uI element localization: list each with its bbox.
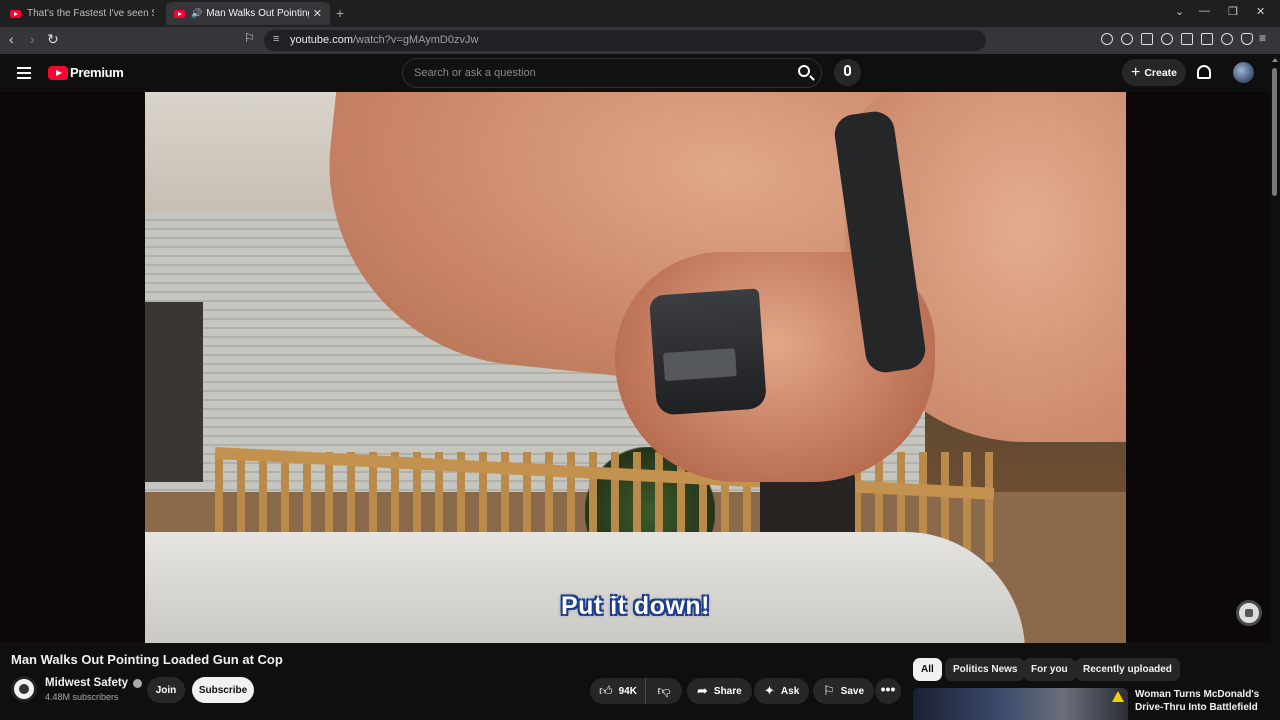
url-path: /watch?v=gMAymD0zvJw bbox=[352, 34, 479, 46]
reload-icon[interactable]: ↻ bbox=[47, 31, 59, 48]
warning-icon bbox=[1112, 691, 1124, 702]
music-icon[interactable] bbox=[1161, 33, 1173, 45]
page-scrollbar[interactable] bbox=[1270, 54, 1280, 720]
share-button[interactable]: ➦ Share bbox=[687, 678, 752, 704]
youtube-favicon-icon bbox=[10, 9, 21, 18]
share-label: Share bbox=[713, 685, 742, 697]
audio-playing-icon[interactable]: 🔊 bbox=[191, 8, 202, 19]
tab-search-icon[interactable]: ⌄ bbox=[1175, 5, 1184, 18]
logo-text: Premium bbox=[70, 65, 124, 80]
ask-button[interactable]: ✦ Ask bbox=[754, 678, 810, 704]
url-host: youtube.com bbox=[290, 34, 353, 46]
channel-watermark-icon[interactable] bbox=[1236, 600, 1262, 626]
new-tab-button[interactable]: + bbox=[336, 5, 344, 21]
share-icon: ➦ bbox=[697, 683, 708, 698]
video-title: Man Walks Out Pointing Loaded Gun at Cop bbox=[11, 652, 283, 667]
tab-title: That's the Fastest I've seen Someone bbox=[27, 8, 154, 19]
browser-tab[interactable]: That's the Fastest I've seen Someone bbox=[2, 2, 162, 25]
wallet-icon[interactable] bbox=[1201, 33, 1213, 45]
verified-badge-icon bbox=[133, 678, 143, 688]
video-frame[interactable]: Put it down! bbox=[145, 92, 1126, 643]
search-placeholder: Search or ask a question bbox=[414, 67, 536, 79]
close-window-icon[interactable]: ✕ bbox=[1256, 5, 1265, 18]
thumbs-down-icon: 👎︎ bbox=[657, 683, 671, 698]
create-button[interactable]: + Create bbox=[1122, 59, 1186, 86]
browser-menu-icon[interactable]: ≡ bbox=[1259, 31, 1266, 45]
scene-pistol bbox=[648, 288, 768, 416]
chip-all[interactable]: All bbox=[913, 658, 942, 681]
account-avatar[interactable] bbox=[1233, 62, 1254, 83]
maximize-icon[interactable]: ❐ bbox=[1228, 5, 1238, 18]
scene-doorway bbox=[145, 302, 203, 482]
browser-toolbar: ‹ › ↻ ⚐ ≡ youtube.com/watch?v=gMAymD0zvJ… bbox=[0, 27, 1280, 54]
subscribe-button[interactable]: Subscribe bbox=[192, 677, 254, 703]
scroll-up-icon[interactable] bbox=[1272, 58, 1278, 62]
recommendation-thumbnail[interactable] bbox=[913, 688, 1128, 720]
join-button[interactable]: Join bbox=[147, 677, 185, 703]
tab-title: Man Walks Out Pointing Load bbox=[206, 8, 309, 19]
chip-recently-uploaded[interactable]: Recently uploaded bbox=[1075, 658, 1180, 681]
voice-search-button[interactable] bbox=[834, 59, 861, 86]
more-actions-button[interactable]: ••• bbox=[875, 678, 901, 704]
dislike-button[interactable]: 👎︎ bbox=[646, 678, 682, 704]
chip-politics-news[interactable]: Politics News bbox=[945, 658, 1026, 681]
youtube-masthead: Premium Search or ask a question + Creat… bbox=[0, 54, 1280, 92]
extension-icon[interactable] bbox=[1101, 33, 1113, 45]
search-button[interactable] bbox=[789, 59, 821, 87]
recommendation-title[interactable]: Woman Turns McDonald's Drive-Thru Into B… bbox=[1135, 688, 1265, 714]
video-caption: Put it down! bbox=[560, 592, 711, 620]
shield-icon[interactable] bbox=[1241, 33, 1253, 45]
microphone-icon bbox=[844, 65, 851, 76]
youtube-premium-logo[interactable]: Premium bbox=[48, 65, 124, 80]
browser-tab-strip: That's the Fastest I've seen Someone 🔊 M… bbox=[0, 0, 1280, 27]
url-text: youtube.com/watch?v=gMAymD0zvJw bbox=[290, 34, 478, 46]
bookmark-save-icon: ⚐ bbox=[823, 683, 835, 698]
minimize-icon[interactable]: — bbox=[1199, 5, 1210, 17]
youtube-favicon-icon bbox=[174, 9, 185, 18]
sidebar-icon[interactable] bbox=[1181, 33, 1193, 45]
thumbs-up-icon: 👍︎ bbox=[599, 683, 613, 698]
browser-tab-active[interactable]: 🔊 Man Walks Out Pointing Load ✕ bbox=[166, 2, 330, 25]
hamburger-menu-icon[interactable] bbox=[17, 67, 31, 79]
extensions-icon[interactable] bbox=[1141, 33, 1153, 45]
plus-icon: + bbox=[1130, 63, 1141, 81]
save-label: Save bbox=[840, 685, 865, 697]
site-info-icon[interactable]: ≡ bbox=[273, 33, 279, 45]
video-player[interactable]: Put it down! bbox=[0, 92, 1270, 643]
sparkle-icon: ✦ bbox=[764, 683, 775, 698]
close-tab-icon[interactable]: ✕ bbox=[313, 7, 322, 20]
channel-name[interactable]: Midwest Safety bbox=[45, 677, 143, 689]
like-button[interactable]: 👍︎ 94K bbox=[590, 678, 646, 704]
youtube-logo-icon bbox=[48, 65, 68, 80]
like-dislike-group: 👍︎ 94K 👎︎ bbox=[590, 678, 682, 704]
forward-icon[interactable]: › bbox=[30, 31, 35, 47]
notifications-bell-icon[interactable] bbox=[1197, 65, 1211, 79]
subscriber-count: 4.48M subscribers bbox=[45, 692, 119, 702]
extension-icon[interactable] bbox=[1121, 33, 1133, 45]
ask-label: Ask bbox=[780, 685, 800, 697]
search-input[interactable]: Search or ask a question bbox=[402, 58, 822, 88]
channel-avatar[interactable] bbox=[11, 676, 37, 702]
save-button[interactable]: ⚐ Save bbox=[813, 678, 875, 704]
address-bar[interactable]: ≡ youtube.com/watch?v=gMAymD0zvJw bbox=[264, 30, 986, 51]
create-label: Create bbox=[1144, 66, 1178, 79]
scene-car-hood bbox=[145, 532, 1025, 643]
ai-icon[interactable] bbox=[1221, 33, 1233, 45]
scrollbar-thumb[interactable] bbox=[1272, 68, 1277, 196]
like-count: 94K bbox=[618, 685, 637, 697]
chip-for-you[interactable]: For you bbox=[1023, 658, 1076, 681]
channel-name-text: Midwest Safety bbox=[45, 677, 129, 689]
search-icon bbox=[798, 65, 810, 77]
back-icon[interactable]: ‹ bbox=[9, 31, 14, 47]
bookmark-icon[interactable]: ⚐ bbox=[244, 31, 255, 45]
